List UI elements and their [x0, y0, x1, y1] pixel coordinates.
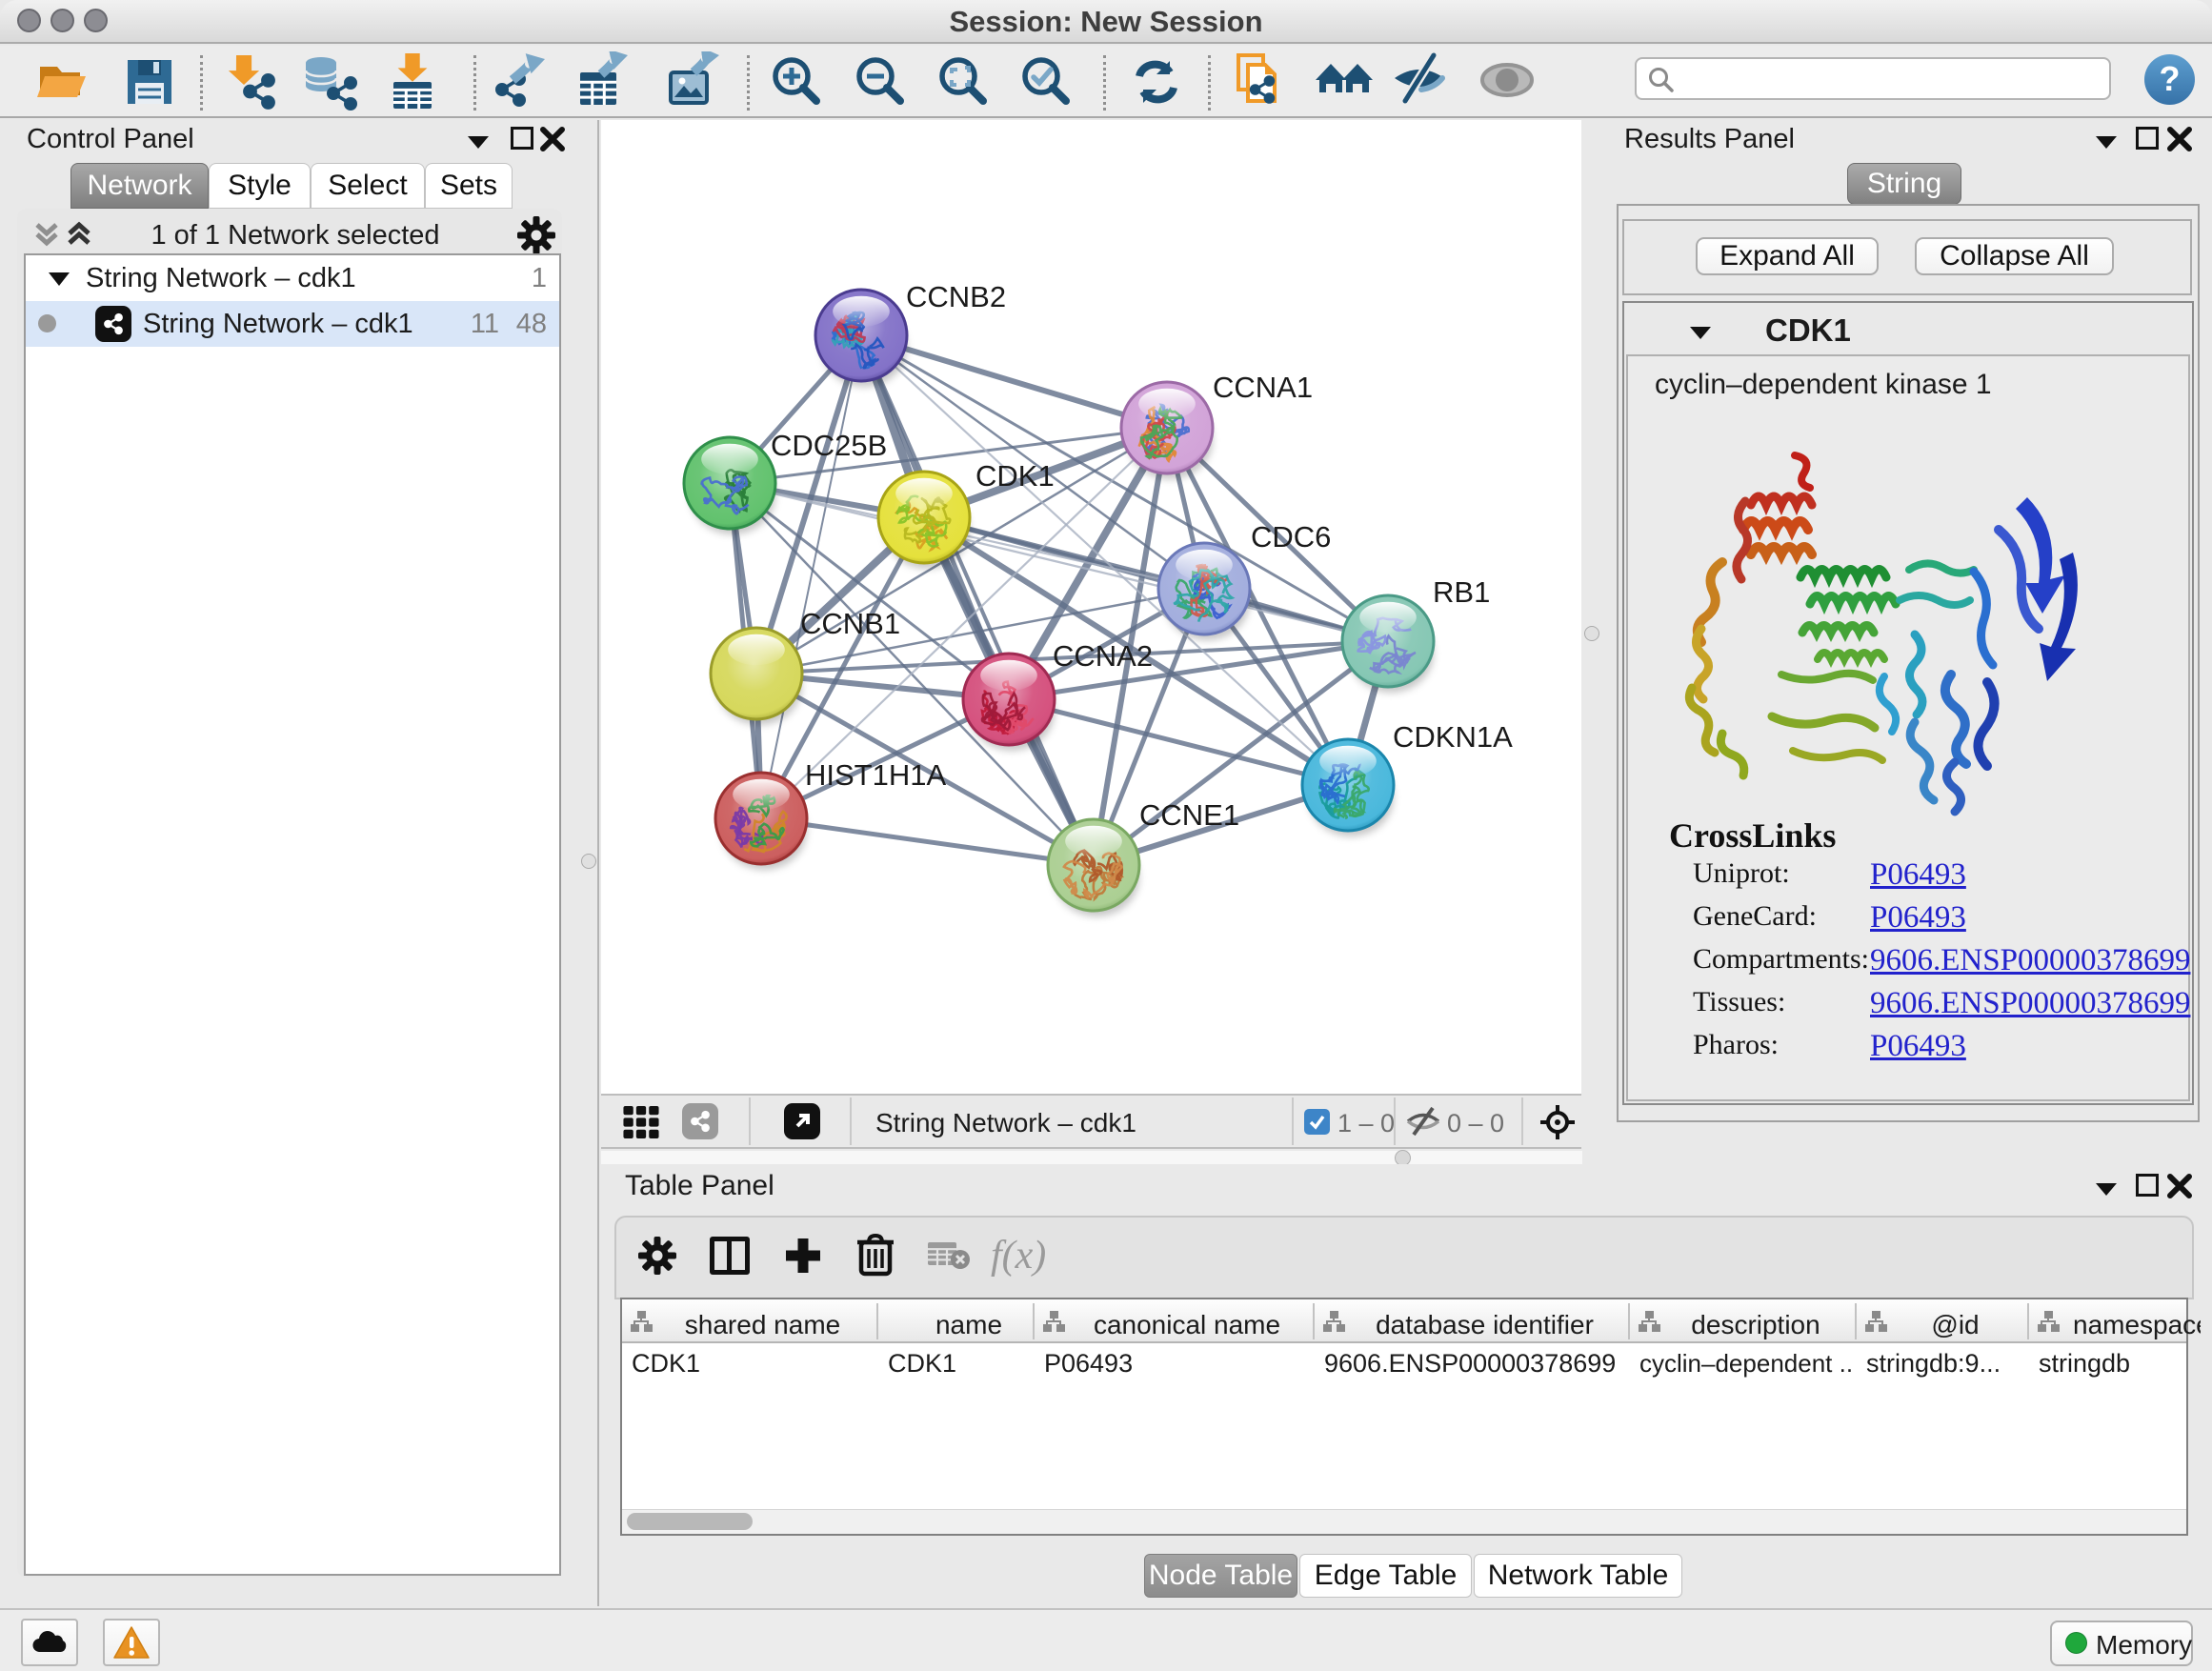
svg-text:CCNA2: CCNA2 [1053, 639, 1153, 673]
svg-text:CCNB1: CCNB1 [800, 607, 900, 640]
svg-text:CCNA1: CCNA1 [1213, 371, 1313, 404]
svg-text:RB1: RB1 [1433, 575, 1490, 609]
svg-text:CDKN1A: CDKN1A [1393, 720, 1513, 754]
svg-text:CCNE1: CCNE1 [1139, 798, 1239, 832]
svg-text:CDC25B: CDC25B [771, 429, 887, 462]
svg-text:CDK1: CDK1 [975, 459, 1055, 493]
svg-text:CDC6: CDC6 [1251, 520, 1331, 554]
svg-text:HIST1H1A: HIST1H1A [805, 758, 946, 792]
svg-text:CCNB2: CCNB2 [906, 280, 1006, 313]
